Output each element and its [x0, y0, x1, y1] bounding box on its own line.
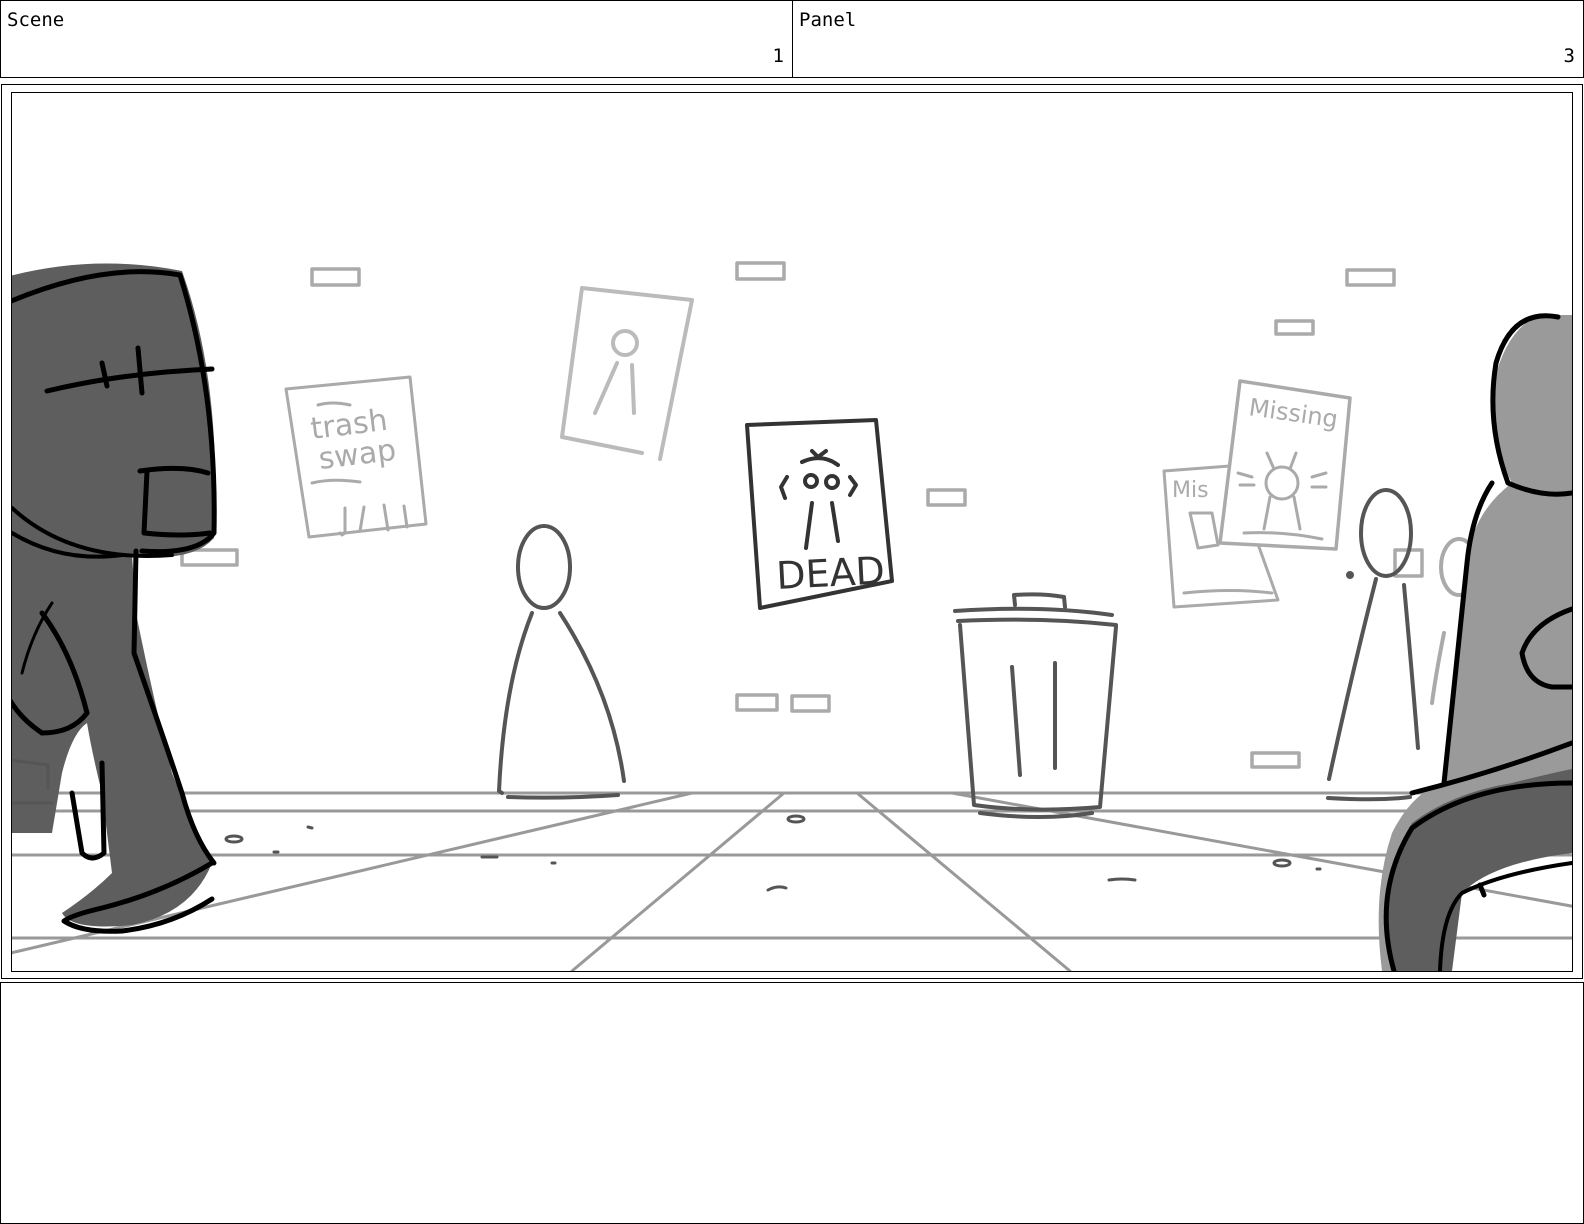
scene-cell: Scene 1 [0, 0, 793, 78]
missing-poster-back-text: Mis [1172, 478, 1209, 503]
trash-can [953, 592, 1118, 819]
scene-number: 1 [772, 45, 784, 67]
panel-frame: trash swap DEAD Mis Missing [11, 92, 1573, 972]
panel-number: 3 [1563, 45, 1575, 67]
panel-label: Panel [799, 9, 857, 31]
foreground-character-left [12, 263, 217, 934]
panel-cell: Panel 3 [792, 0, 1584, 78]
floor-grid [12, 791, 1572, 971]
dead-poster-text: DEAD [775, 548, 886, 598]
pedestrian-figure-right [1326, 488, 1420, 802]
portrait-poster [560, 286, 694, 461]
floor-specks [224, 814, 1322, 892]
scene-label: Scene [7, 9, 65, 31]
pedestrian-figure-center [497, 524, 626, 800]
notes-area [0, 982, 1584, 1224]
storyboard-drawing: trash swap DEAD Mis Missing [12, 261, 1572, 971]
